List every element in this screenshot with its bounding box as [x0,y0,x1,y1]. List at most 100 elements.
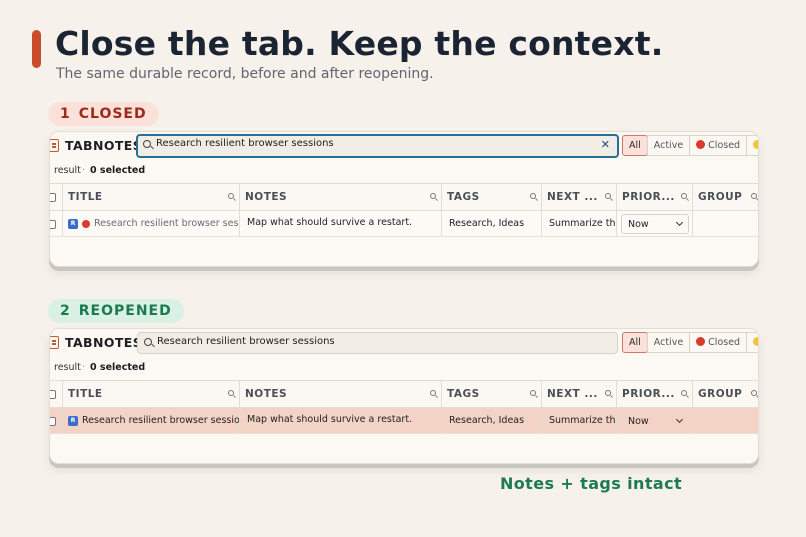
priority-select[interactable]: Now [621,214,689,234]
row-title-cell[interactable]: R Research resilient browser sessions [62,408,239,433]
column-title-label: TITLE [68,191,103,203]
column-notes[interactable]: NOTES [239,184,441,210]
selected-count: 0 selected [90,362,146,373]
search-input[interactable]: Research resilient browser sessions ✕ [136,134,619,158]
chevron-down-icon [675,218,684,227]
row-next: Summarize th [549,415,616,426]
column-search-icon[interactable] [530,390,536,396]
row-notes: Map what should survive a restart. [247,414,413,425]
column-notes[interactable]: NOTES [239,381,441,407]
column-search-icon[interactable] [681,390,687,396]
column-title[interactable]: TITLE [62,184,239,210]
select-all-checkbox[interactable] [50,193,56,202]
status-filter-group: All Active Closed [622,332,758,353]
column-next[interactable]: NEXT ... [541,381,616,407]
status-separator: · [82,362,86,373]
closed-status-icon [82,220,90,228]
column-search-icon[interactable] [751,193,757,199]
column-priority[interactable]: PRIOR... [616,184,692,210]
column-group-label: GROUP [698,388,743,400]
app-window-closed: TABNOTES Research resilient browser sess… [49,131,759,267]
priority-select[interactable]: Now [621,411,689,431]
row-tags-cell[interactable]: Research, Ideas [441,408,541,433]
column-next[interactable]: NEXT ... [541,184,616,210]
column-search-icon[interactable] [751,390,757,396]
column-search-icon[interactable] [228,390,234,396]
select-all-cell [50,381,62,407]
column-tags[interactable]: TAGS [441,381,541,407]
select-all-checkbox[interactable] [50,390,56,399]
table-row[interactable]: R Research resilient browser sessions Ma… [50,408,758,434]
row-title-cell[interactable]: R Research resilient browser ses... [62,211,239,236]
row-tags-cell[interactable]: Research, Ideas [441,211,541,236]
row-next: Summarize th [549,218,616,229]
app-toolbar: TABNOTES Research resilient browser sess… [50,132,758,160]
row-priority-cell: Now [616,211,692,236]
filter-closed-button[interactable]: Closed [689,135,748,156]
filter-closed-button[interactable]: Closed [689,332,748,353]
row-priority-cell: Now [616,408,692,433]
column-group[interactable]: GROUP [692,184,758,210]
filter-more-button[interactable] [746,135,758,156]
row-notes: Map what should survive a restart. [247,217,413,228]
clear-search-icon[interactable]: ✕ [601,138,610,151]
result-count: result [54,362,81,373]
filter-all-button[interactable]: All [622,135,648,156]
filter-active-button[interactable]: Active [646,135,691,156]
column-search-icon[interactable] [430,193,436,199]
row-group-cell[interactable] [692,408,758,433]
app-toolbar: TABNOTES Research resilient browser sess… [50,329,758,357]
row-tags: Research, Ideas [449,218,525,229]
search-icon [144,338,152,346]
row-title: Research resilient browser ses... [94,218,239,229]
row-select-cell [50,408,62,433]
column-priority-label: PRIOR... [622,191,675,203]
row-next-cell[interactable]: Summarize th [541,211,616,236]
table-header: TITLE NOTES TAGS NEXT ... PRIOR... GROUP [50,380,758,408]
column-tags-label: TAGS [447,191,480,203]
page-subtitle: The same durable record, before and afte… [56,66,434,82]
search-value: Research resilient browser sessions [157,336,335,347]
column-group[interactable]: GROUP [692,381,758,407]
filter-active-button[interactable]: Active [646,332,691,353]
table-row[interactable]: R Research resilient browser ses... Map … [50,211,758,237]
search-input[interactable]: Research resilient browser sessions [137,332,618,354]
column-search-icon[interactable] [530,193,536,199]
row-notes-cell[interactable]: Map what should survive a restart. [239,408,441,433]
row-checkbox[interactable] [50,220,56,229]
column-search-icon[interactable] [228,193,234,199]
column-next-label: NEXT ... [547,191,598,203]
row-next-cell[interactable]: Summarize th [541,408,616,433]
filter-closed-label: Closed [708,337,741,348]
page-title: Close the tab. Keep the context. [55,24,664,63]
row-notes-cell[interactable]: Map what should survive a restart. [239,211,441,236]
column-priority[interactable]: PRIOR... [616,381,692,407]
yellow-dot-icon [753,140,758,149]
filter-all-button[interactable]: All [622,332,648,353]
priority-value: Now [628,219,649,230]
column-group-label: GROUP [698,191,743,203]
closed-dot-icon [696,140,706,149]
column-title[interactable]: TITLE [62,381,239,407]
column-search-icon[interactable] [430,390,436,396]
column-search-icon[interactable] [605,193,611,199]
selected-count: 0 selected [90,165,146,176]
results-status: result · 0 selected [50,160,758,182]
filter-more-button[interactable] [746,332,758,353]
table-header: TITLE NOTES TAGS NEXT ... PRIOR... GROUP [50,183,758,211]
search-value: Research resilient browser sessions [156,138,334,149]
row-checkbox[interactable] [50,417,56,426]
row-group-cell[interactable] [692,211,758,236]
column-search-icon[interactable] [681,193,687,199]
notebook-icon [50,139,59,152]
column-tags-label: TAGS [447,388,480,400]
step-number: 2 [60,303,71,319]
column-tags[interactable]: TAGS [441,184,541,210]
search-icon [143,140,151,148]
favicon-icon: R [68,416,78,426]
column-search-icon[interactable] [605,390,611,396]
chevron-down-icon [675,415,684,424]
column-next-label: NEXT ... [547,388,598,400]
step-badge-closed: 1 CLOSED [48,102,159,126]
column-title-label: TITLE [68,388,103,400]
